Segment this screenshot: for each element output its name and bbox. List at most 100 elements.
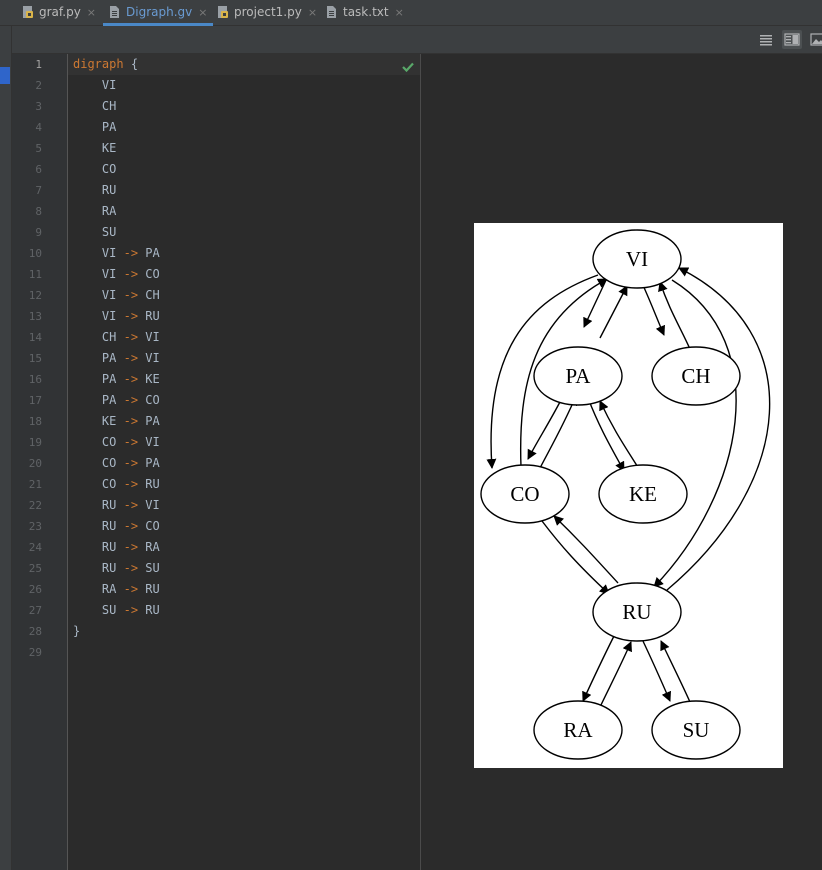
close-icon[interactable]: × — [198, 6, 207, 19]
edge-arrow: -> — [123, 351, 139, 365]
text-file-icon — [109, 5, 121, 19]
close-icon[interactable]: × — [87, 6, 96, 19]
code-line-edge: PA -> KE — [73, 369, 160, 390]
edge-source: RU — [101, 540, 117, 554]
code-line-open: digraph { — [73, 54, 138, 75]
line-number: 24 — [28, 541, 42, 554]
node-label: VI — [626, 247, 648, 271]
edge-ru-ra — [582, 635, 615, 702]
code-line-edge: VI -> CH — [73, 285, 160, 306]
edge-arrow: -> — [123, 246, 139, 260]
edge-arrow: -> — [123, 372, 139, 386]
edge-target: RU — [145, 603, 160, 617]
edge-target: CO — [145, 393, 160, 407]
open-brace: { — [130, 57, 139, 71]
node-name: KE — [101, 141, 117, 155]
graph-diagram: VI PA CH CO KE RU RA SU — [480, 229, 771, 760]
tab-task-txt[interactable]: task.txt × — [326, 0, 404, 24]
checkmark-icon — [401, 59, 415, 73]
close-icon[interactable]: × — [308, 6, 317, 19]
edge-arrow: -> — [123, 498, 139, 512]
code-line-node: KE — [73, 138, 116, 159]
node-label: RA — [563, 718, 593, 742]
editor-only-icon[interactable] — [756, 30, 776, 49]
edge-arrow: -> — [123, 309, 139, 323]
line-number: 6 — [35, 163, 42, 176]
code-line-edge: PA -> CO — [73, 390, 160, 411]
line-number: 19 — [28, 436, 42, 449]
graph-node-pa: PA — [533, 346, 623, 406]
code-line-edge: RU -> VI — [73, 495, 160, 516]
edge-source: RA — [101, 582, 117, 596]
edge-source: VI — [101, 267, 117, 281]
edge-source: KE — [101, 414, 117, 428]
edge-ru-vi — [666, 267, 771, 591]
graph-node-su: SU — [651, 700, 741, 760]
line-number: 10 — [28, 247, 42, 260]
node-name: RU — [101, 183, 117, 197]
line-number: 27 — [28, 604, 42, 617]
edge-pa-vi — [599, 285, 628, 339]
editor-and-preview-icon[interactable] — [782, 30, 802, 49]
code-line-edge: PA -> VI — [73, 348, 160, 369]
edge-source: CO — [101, 435, 117, 449]
node-label: CH — [681, 364, 710, 388]
close-icon[interactable]: × — [395, 6, 404, 19]
line-number: 9 — [35, 226, 42, 239]
node-name: VI — [101, 78, 117, 92]
edge-arrow: -> — [123, 288, 139, 302]
line-number: 12 — [28, 289, 42, 302]
keyword-digraph: digraph — [73, 57, 124, 71]
code-line-edge: RA -> RU — [73, 579, 160, 600]
line-number: 22 — [28, 499, 42, 512]
code-line-close: } — [73, 621, 80, 642]
tool-window-marker[interactable] — [0, 67, 10, 84]
edge-target: RU — [145, 477, 160, 491]
node-label: CO — [510, 482, 539, 506]
python-file-icon — [217, 5, 229, 19]
line-number: 21 — [28, 478, 42, 491]
line-number: 8 — [35, 205, 42, 218]
edge-vi-ch — [641, 282, 665, 336]
code-line-node: VI — [73, 75, 116, 96]
edge-ch-vi — [658, 281, 691, 350]
code-line-node: SU — [73, 222, 116, 243]
edge-ke-pa — [599, 400, 640, 470]
edge-target: PA — [145, 246, 160, 260]
edge-target: CO — [145, 519, 160, 533]
edge-su-ru — [660, 640, 691, 703]
tab-label: Digraph.gv — [126, 5, 193, 19]
node-label: SU — [683, 718, 710, 742]
node-label: PA — [566, 364, 592, 388]
edge-vi-ru — [653, 279, 737, 588]
edge-source: RU — [101, 498, 117, 512]
edge-arrow: -> — [123, 582, 139, 596]
line-number: 17 — [28, 394, 42, 407]
preview-only-icon[interactable] — [808, 30, 822, 49]
editor-tab-bar: graf.py × Digraph.gv × project1.py × tas… — [0, 0, 822, 26]
code-line-edge: CH -> VI — [73, 327, 160, 348]
edge-arrow: -> — [123, 519, 139, 533]
code-line-node: RA — [73, 201, 116, 222]
edge-source: PA — [101, 393, 117, 407]
code-line-edge: KE -> PA — [73, 411, 160, 432]
edge-target: PA — [145, 456, 160, 470]
edge-source: VI — [101, 288, 117, 302]
line-number: 1 — [35, 58, 42, 71]
node-name: SU — [101, 225, 117, 239]
edge-source: CO — [101, 456, 117, 470]
edge-arrow: -> — [123, 330, 139, 344]
tab-digraph-gv[interactable]: Digraph.gv × — [103, 0, 214, 26]
edge-pa-ke — [587, 397, 625, 472]
code-line-edge: CO -> PA — [73, 453, 160, 474]
tab-graf-py[interactable]: graf.py × — [22, 0, 96, 24]
edge-arrow: -> — [123, 540, 139, 554]
edge-source: PA — [101, 372, 117, 386]
edge-ra-ru — [599, 641, 632, 708]
tab-project1-py[interactable]: project1.py × — [217, 0, 317, 24]
line-number: 26 — [28, 583, 42, 596]
line-number: 14 — [28, 331, 42, 344]
graph-node-ch: CH — [651, 346, 741, 406]
edge-target: RA — [145, 540, 160, 554]
edge-target: VI — [145, 330, 160, 344]
